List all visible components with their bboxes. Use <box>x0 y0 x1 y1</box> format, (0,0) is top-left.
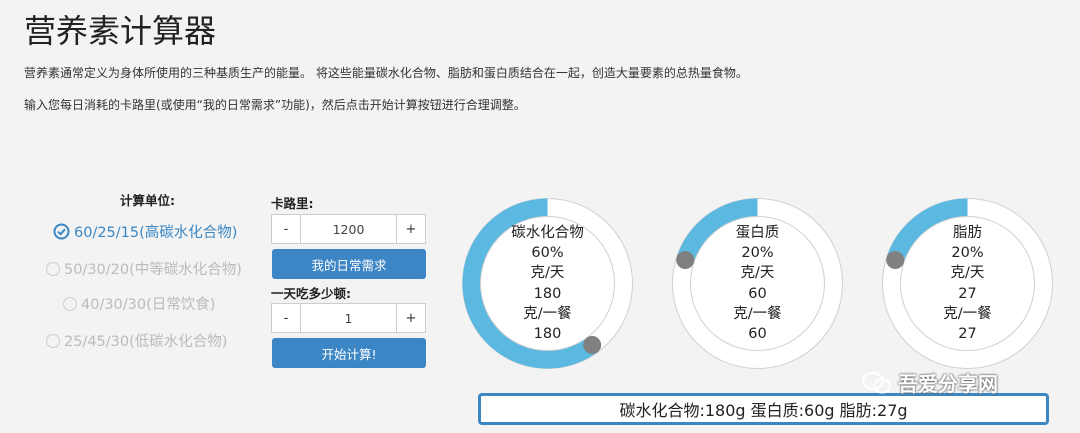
gauge-per-day: 60 <box>748 285 767 302</box>
my-daily-needs-button[interactable]: 我的日常需求 <box>272 249 426 279</box>
gauge-percent: 20% <box>741 245 774 262</box>
units-label: 计算单位: <box>120 193 175 208</box>
gauge-percent: 20% <box>951 245 984 262</box>
radio-circle-icon <box>46 333 60 348</box>
calories-decrement-button[interactable]: - <box>272 215 301 243</box>
watermark: 吾爱分享网 <box>862 368 998 397</box>
unit-option-low-carb[interactable]: 25/45/30(低碳水化合物) <box>46 330 227 351</box>
unit-option-daily-diet[interactable]: 40/30/30(日常饮食) <box>63 293 215 314</box>
gauge-per-day: 27 <box>958 285 977 302</box>
calories-stepper: - 1200 + <box>271 214 426 244</box>
meals-input[interactable]: 1 <box>301 304 396 332</box>
watermark-text: 吾爱分享网 <box>898 372 998 396</box>
summary-box: 碳水化合物:180g 蛋白质:60g 脂肪:27g <box>478 393 1049 425</box>
radio-circle-icon <box>63 296 77 311</box>
radio-circle-icon <box>46 261 60 276</box>
gauge-unit-day: 克/天 <box>950 265 985 282</box>
gauge-name: 蛋白质 <box>735 224 780 241</box>
unit-option-label: 25/45/30(低碳水化合物) <box>64 334 228 350</box>
unit-option-label: 60/25/15(高碳水化合物) <box>74 225 238 241</box>
meals-label: 一天吃多少顿: <box>271 286 351 301</box>
calories-label: 卡路里: <box>271 196 314 211</box>
gauge-name: 脂肪 <box>953 224 982 241</box>
gauge-unit-meal: 克/一餐 <box>943 305 992 322</box>
carbs-gauge: 碳水化合物 60% 克/天 180 克/一餐 180 <box>460 196 635 371</box>
instruction-text: 输入您每日消耗的卡路里(或使用“我的日常需求”功能)，然后点击开始计算按钮进行合… <box>24 98 526 112</box>
unit-option-label: 50/30/20(中等碳水化合物) <box>64 262 242 278</box>
gauge-unit-meal: 克/一餐 <box>523 305 572 322</box>
gauge-name: 碳水化合物 <box>511 224 584 241</box>
gauge-per-day: 180 <box>533 285 562 302</box>
gauge-per-meal: 180 <box>533 325 562 342</box>
fat-gauge: 脂肪 20% 克/天 27 克/一餐 27 <box>880 196 1055 371</box>
calories-input[interactable]: 1200 <box>301 215 396 243</box>
gauge-per-meal: 60 <box>748 325 767 342</box>
start-calculation-button[interactable]: 开始计算! <box>272 338 426 368</box>
meals-increment-button[interactable]: + <box>396 304 425 332</box>
protein-gauge: 蛋白质 20% 克/天 60 克/一餐 60 <box>670 196 845 371</box>
description-text: 营养素通常定义为身体所使用的三种基质生产的能量。 将这些能量碳水化合物、脂肪和蛋… <box>24 66 748 80</box>
gauge-percent: 60% <box>531 245 564 262</box>
gauge-unit-meal: 克/一餐 <box>733 305 782 322</box>
page-title: 营养素计算器 <box>24 12 217 50</box>
check-circle-icon <box>53 223 70 240</box>
unit-option-medium-carb[interactable]: 50/30/20(中等碳水化合物) <box>46 258 242 279</box>
meals-decrement-button[interactable]: - <box>272 304 301 332</box>
unit-option-label: 40/30/30(日常饮食) <box>81 297 216 313</box>
gauge-unit-day: 克/天 <box>740 265 775 282</box>
gauge-per-meal: 27 <box>958 325 977 342</box>
unit-option-high-carb[interactable]: 60/25/15(高碳水化合物) <box>53 221 237 242</box>
meals-stepper: - 1 + <box>271 303 426 333</box>
gauge-unit-day: 克/天 <box>530 265 565 282</box>
wechat-icon <box>862 371 891 393</box>
calories-increment-button[interactable]: + <box>396 215 425 243</box>
